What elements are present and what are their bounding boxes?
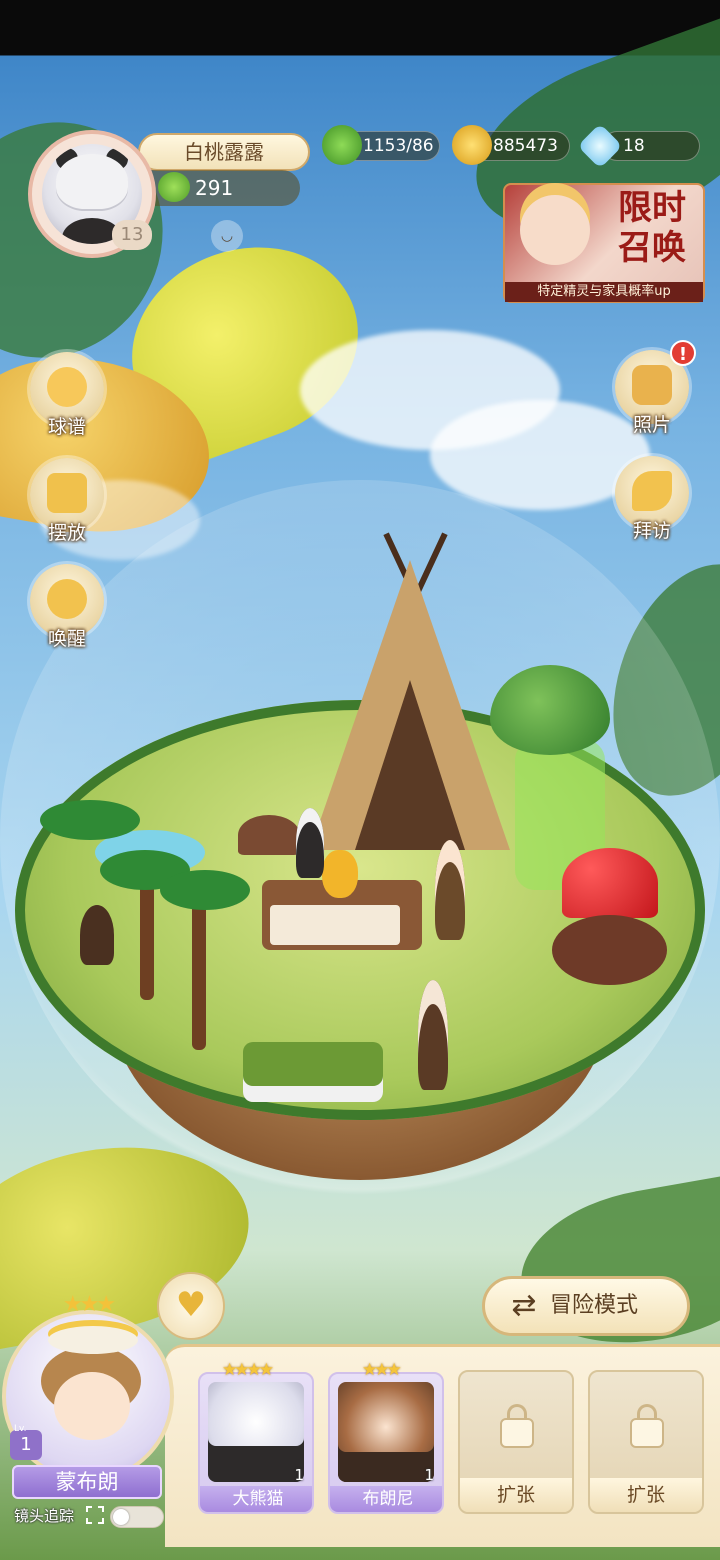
leaf-points-value: 291 (195, 176, 234, 200)
expand-label-2: 扩张 (590, 1478, 702, 1512)
camera-follow-toggle-knob (113, 1509, 129, 1525)
montblanc-spirit-character[interactable] (435, 840, 465, 940)
locked-slot-1[interactable]: 扩张 (458, 1370, 574, 1514)
recipes-label: 球谱 (47, 416, 86, 438)
camera-icon (632, 365, 672, 405)
camera-focus-icon (86, 1506, 104, 1524)
lock-icon (500, 1418, 534, 1448)
panda-count: 1 (294, 1466, 304, 1484)
photos-label: 照片 (632, 414, 671, 436)
place-label: 摆放 (47, 522, 86, 544)
expand-label-1: 扩张 (460, 1478, 572, 1512)
player-name-bar[interactable]: 白桃露露 (138, 133, 310, 171)
tablecloth (270, 905, 400, 945)
main-spirit-name: 蒙布朗 (12, 1465, 162, 1499)
panda-spirit-character[interactable] (296, 808, 324, 878)
clover-currency-value: 1153/86 (363, 136, 434, 156)
pineapple-food (322, 850, 358, 898)
player-name: 白桃露露 (184, 140, 264, 164)
palm-tree[interactable] (40, 800, 140, 840)
crystal-currency-value: 18 (623, 136, 645, 156)
main-spirit-face (54, 1372, 130, 1440)
switch-arrows-icon: ⇄ (511, 1288, 537, 1323)
avatar-hair (56, 154, 128, 209)
flower-hedge[interactable] (243, 1042, 383, 1102)
photo-notification-badge: ! (670, 340, 696, 366)
locked-slot-2[interactable]: 扩张 (588, 1370, 704, 1514)
furniture-icon (47, 473, 87, 513)
affection-heart-button[interactable]: ♥ (157, 1272, 225, 1340)
panda-portrait (208, 1382, 304, 1482)
gold-currency-value: 885473 (493, 136, 558, 156)
camera-follow-label: 镜头追踪 (14, 1507, 75, 1525)
visit-label: 拜访 (632, 520, 671, 542)
palm-tree[interactable] (160, 870, 250, 910)
clover-icon (322, 125, 362, 165)
panda-name: 大熊猫 (200, 1486, 312, 1512)
red-mushroom-house[interactable] (562, 848, 658, 918)
game-screen: 白桃露露 291 13 ◡ 1153/86 885473 18 限时召唤 特定精… (0, 0, 720, 1560)
palm-tree-trunk (140, 880, 154, 1000)
gold-coin-icon (452, 125, 492, 165)
spirit-card-brownie[interactable]: 1 布朗尼 (328, 1372, 444, 1514)
leaf-points-icon (158, 172, 190, 202)
lock-icon (630, 1418, 664, 1448)
spirit-card-panda[interactable]: 1 大熊猫 (198, 1372, 314, 1514)
crown-stars-icon: ★★★ (62, 1292, 116, 1317)
brownie-spirit-character[interactable] (418, 980, 448, 1090)
chocolate-platform[interactable] (552, 915, 667, 985)
butterfly-icon (632, 471, 672, 511)
tent-door (355, 680, 465, 850)
small-spirit-character[interactable] (80, 905, 114, 965)
brownie-portrait (338, 1382, 434, 1482)
main-spirit-level: 1 (10, 1430, 42, 1460)
adventure-mode-label: 冒险模式 (550, 1293, 639, 1318)
brown-mushroom-decoration (238, 815, 300, 855)
brownie-name: 布朗尼 (330, 1486, 442, 1512)
summon-banner-title: 限时召唤 (618, 188, 686, 268)
palm-tree-trunk (192, 900, 206, 1050)
main-spirit-level-prefix: Lv. (14, 1424, 27, 1434)
brownie-stars: ★★★ (362, 1360, 402, 1380)
eye-toggle-icon[interactable]: ◡ (211, 220, 243, 252)
recipe-book-icon (47, 367, 87, 407)
panda-stars: ★★★★ (222, 1360, 274, 1380)
player-level-badge: 13 (112, 220, 152, 250)
spirit-awaken-icon (47, 579, 87, 619)
summon-character-portrait (520, 195, 590, 265)
main-spirit-hat (48, 1326, 138, 1354)
summon-banner-subtitle: 特定精灵与家具概率up (505, 282, 703, 302)
brownie-count: 1 (424, 1466, 434, 1484)
awaken-label: 唤醒 (47, 628, 86, 650)
